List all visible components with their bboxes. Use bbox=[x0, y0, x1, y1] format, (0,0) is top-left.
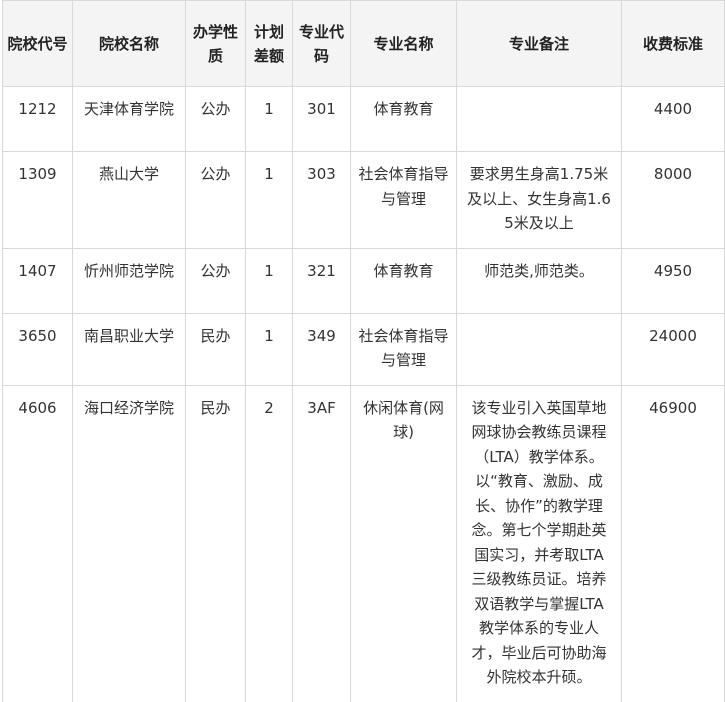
cell-major-name: 休闲体育(网球) bbox=[350, 384, 457, 702]
header-tuition: 收费标准 bbox=[621, 0, 725, 87]
cell-major-code: 3AF bbox=[292, 384, 351, 702]
cell-school-code: 1212 bbox=[2, 86, 73, 152]
header-plan-gap: 计划差额 bbox=[245, 0, 293, 87]
table-row: 4606 海口经济学院 民办 2 3AF 休闲体育(网球) 该专业引入英国草地网… bbox=[2, 384, 725, 702]
cell-tuition: 4400 bbox=[621, 86, 725, 152]
cell-major-name: 社会体育指导与管理 bbox=[350, 312, 457, 386]
cell-school-code: 3650 bbox=[2, 312, 73, 386]
cell-school-code: 1309 bbox=[2, 151, 73, 249]
cell-school-name: 天津体育学院 bbox=[72, 86, 186, 152]
header-major-code: 专业代码 bbox=[292, 0, 351, 87]
cell-major-remark bbox=[456, 312, 622, 386]
table-row: 1309 燕山大学 公办 1 303 社会体育指导与管理 要求男生身高1.75米… bbox=[2, 151, 725, 249]
header-row: 院校代号 院校名称 办学性质 计划差额 专业代码 专业名称 专业备注 收费标准 bbox=[2, 0, 725, 87]
cell-school-code: 4606 bbox=[2, 384, 73, 702]
cell-major-code: 301 bbox=[292, 86, 351, 152]
cell-plan-gap: 1 bbox=[245, 86, 293, 152]
cell-plan-gap: 1 bbox=[245, 312, 293, 386]
cell-major-code: 349 bbox=[292, 312, 351, 386]
cell-tuition: 4950 bbox=[621, 247, 725, 314]
table-row: 3650 南昌职业大学 民办 1 349 社会体育指导与管理 24000 bbox=[2, 312, 725, 386]
header-school-type: 办学性质 bbox=[185, 0, 246, 87]
cell-school-type: 民办 bbox=[185, 312, 246, 386]
cell-school-name: 海口经济学院 bbox=[72, 384, 186, 702]
cell-major-name: 体育教育 bbox=[350, 247, 457, 314]
header-major-name: 专业名称 bbox=[350, 0, 457, 87]
cell-major-remark bbox=[456, 86, 622, 152]
header-school-code: 院校代号 bbox=[2, 0, 73, 87]
cell-tuition: 46900 bbox=[621, 384, 725, 702]
header-major-remark: 专业备注 bbox=[456, 0, 622, 87]
cell-school-name: 燕山大学 bbox=[72, 151, 186, 249]
cell-major-code: 321 bbox=[292, 247, 351, 314]
table-row: 1212 天津体育学院 公办 1 301 体育教育 4400 bbox=[2, 86, 725, 152]
cell-school-name: 南昌职业大学 bbox=[72, 312, 186, 386]
cell-school-code: 1407 bbox=[2, 247, 73, 314]
cell-major-remark: 要求男生身高1.75米及以上、女生身高1.65米及以上 bbox=[456, 151, 622, 249]
cell-school-type: 公办 bbox=[185, 151, 246, 249]
cell-plan-gap: 1 bbox=[245, 247, 293, 314]
cell-tuition: 8000 bbox=[621, 151, 725, 249]
cell-major-remark: 该专业引入英国草地网球协会教练员课程（LTA）教学体系。以“教育、激励、成长、协… bbox=[456, 384, 622, 702]
cell-school-name: 忻州师范学院 bbox=[72, 247, 186, 314]
cell-major-code: 303 bbox=[292, 151, 351, 249]
header-school-name: 院校名称 bbox=[72, 0, 186, 87]
cell-plan-gap: 1 bbox=[245, 151, 293, 249]
cell-plan-gap: 2 bbox=[245, 384, 293, 702]
admission-table: 院校代号 院校名称 办学性质 计划差额 专业代码 专业名称 专业备注 收费标准 … bbox=[2, 0, 725, 702]
cell-tuition: 24000 bbox=[621, 312, 725, 386]
cell-major-name: 社会体育指导与管理 bbox=[350, 151, 457, 249]
cell-major-remark: 师范类,师范类。 bbox=[456, 247, 622, 314]
cell-school-type: 公办 bbox=[185, 86, 246, 152]
cell-school-type: 民办 bbox=[185, 384, 246, 702]
cell-major-name: 体育教育 bbox=[350, 86, 457, 152]
cell-school-type: 公办 bbox=[185, 247, 246, 314]
table-row: 1407 忻州师范学院 公办 1 321 体育教育 师范类,师范类。 4950 bbox=[2, 247, 725, 314]
